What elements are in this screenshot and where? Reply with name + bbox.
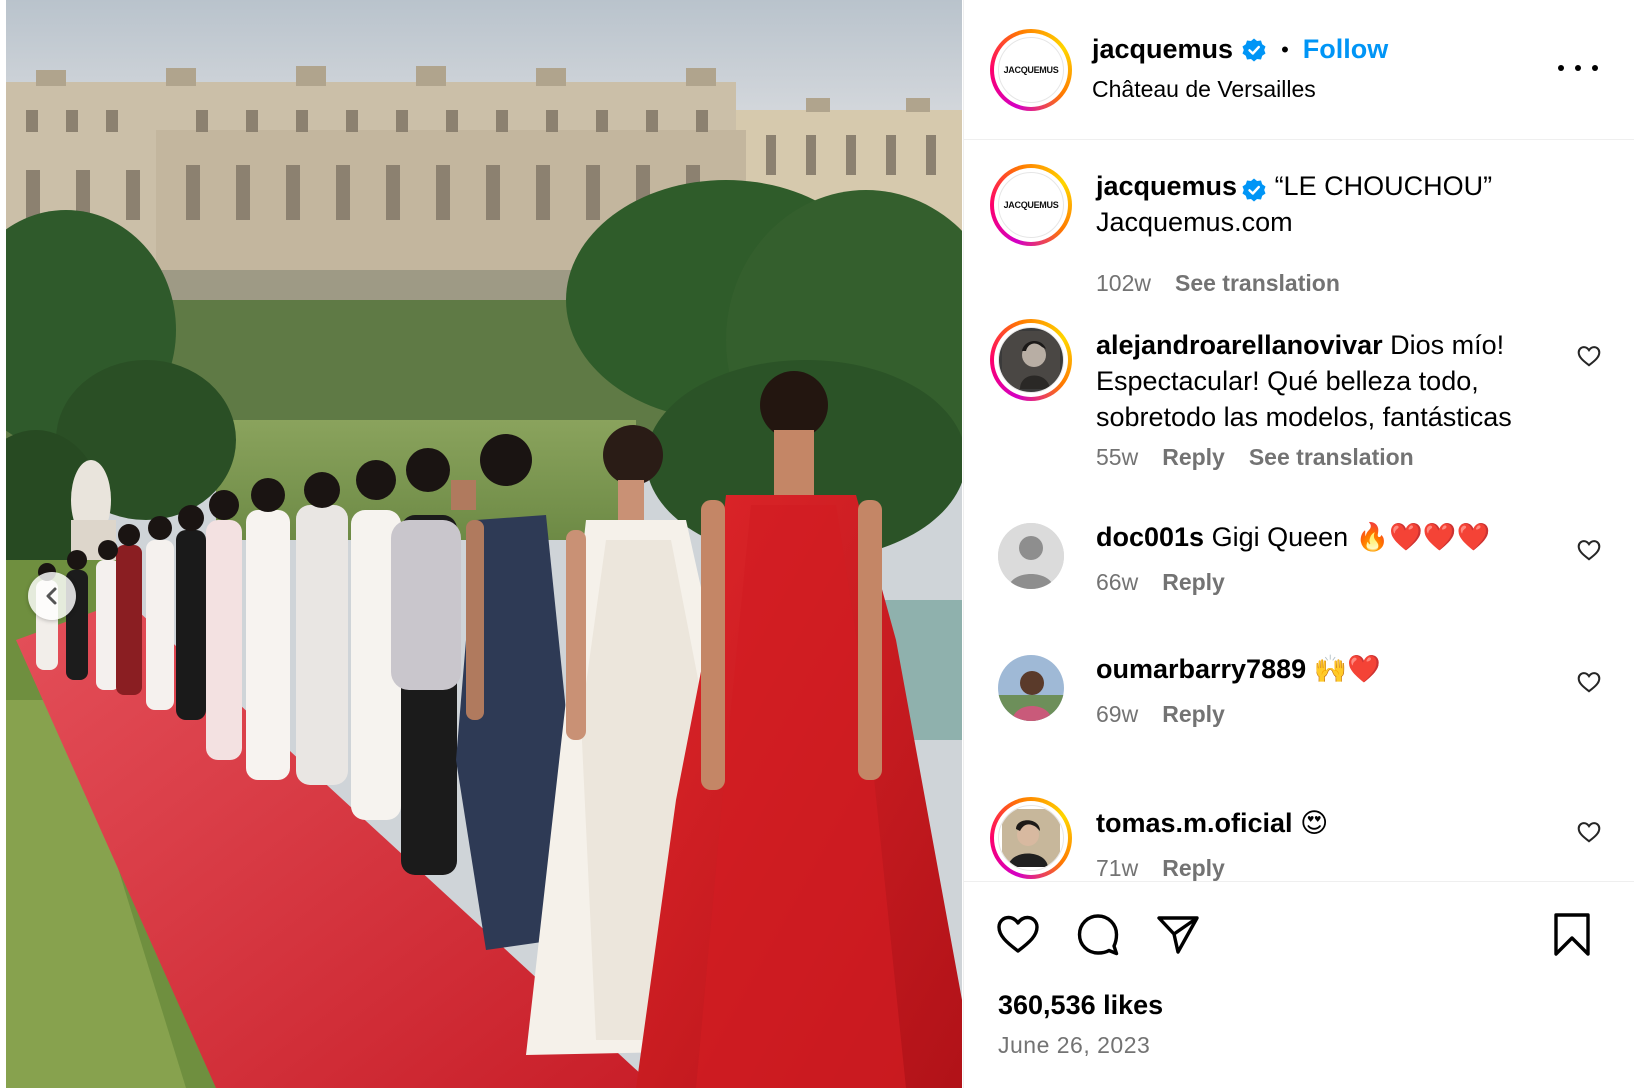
comment-meta: 71w Reply [1096,855,1225,881]
comment-text: oumarbarry7889 🙌❤️ [1096,651,1566,687]
comment-username[interactable]: doc001s [1096,522,1204,552]
post-side-panel: JACQUEMUS jacquemus • Follow Château de … [963,0,1634,1088]
post-header: JACQUEMUS jacquemus • Follow Château de … [964,0,1634,140]
portrait-photo [1002,809,1060,867]
heart-icon[interactable] [994,910,1042,958]
comment-body: 😍 [1292,808,1329,838]
reply-button[interactable]: Reply [1162,701,1225,728]
comment-age[interactable]: 55w [1096,444,1138,471]
default-avatar[interactable] [998,523,1064,589]
previous-photo-button[interactable] [28,572,76,620]
likes-count[interactable]: 360,536 likes [998,990,1163,1021]
reply-button[interactable]: Reply [1162,569,1225,596]
comment-text: alejandroarellanovivar Dios mío! Especta… [1096,327,1566,435]
portrait-photo [998,655,1064,721]
like-comment-heart-icon[interactable] [1576,343,1602,369]
caption-link[interactable]: Jacquemus.com [1096,207,1293,237]
caption-text: jacquemus “LE CHOUCHOU” Jacquemus.com [1096,168,1566,240]
caption-see-translation[interactable]: See translation [1175,270,1340,297]
post-photo[interactable] [6,0,962,1088]
verified-badge-icon [1237,176,1267,202]
commenter-avatar[interactable] [990,319,1072,401]
comment-age[interactable]: 69w [1096,701,1138,728]
verified-badge-icon [1241,37,1267,63]
see-translation-button[interactable]: See translation [1249,444,1414,471]
comment-icon[interactable] [1074,910,1122,958]
like-comment-heart-icon[interactable] [1576,669,1602,695]
caption-avatar-logo-text: JACQUEMUS [1003,200,1059,210]
comments-list[interactable]: JACQUEMUS jacquemus “LE CHOUCHOU” Jacque… [964,141,1634,881]
reply-button[interactable]: Reply [1162,855,1225,881]
like-comment-heart-icon[interactable] [1576,819,1602,845]
comment-meta: 69w Reply [1096,701,1225,728]
header-user-row: jacquemus • Follow [1092,34,1388,65]
comment-meta: 55w Reply See translation [1096,444,1414,471]
bookmark-icon[interactable] [1548,910,1596,958]
portrait-photo [1002,331,1060,389]
share-icon[interactable] [1154,910,1202,958]
comment-text: doc001s Gigi Queen 🔥❤️❤️❤️ [1096,519,1566,555]
post-date[interactable]: June 26, 2023 [998,1032,1150,1059]
author-avatar[interactable]: JACQUEMUS [990,29,1072,111]
comment-username[interactable]: tomas.m.oficial [1096,808,1293,838]
reply-button[interactable]: Reply [1162,444,1225,471]
comment-meta: 66w Reply [1096,569,1225,596]
comment-age[interactable]: 66w [1096,569,1138,596]
post-location[interactable]: Château de Versailles [1092,76,1316,103]
default-user-icon [998,523,1064,589]
comment-username[interactable]: oumarbarry7889 [1096,654,1306,684]
comment-body: Gigi Queen 🔥❤️❤️❤️ [1204,522,1491,552]
follow-button[interactable]: Follow [1303,34,1388,65]
comment-body: 🙌❤️ [1306,654,1381,684]
comment-text: tomas.m.oficial 😍 [1096,805,1566,841]
avatar-logo-text: JACQUEMUS [1003,65,1059,75]
runway-photo [6,0,962,1088]
comment-username[interactable]: alejandroarellanovivar [1096,330,1383,360]
like-comment-heart-icon[interactable] [1576,537,1602,563]
author-username[interactable]: jacquemus [1092,34,1233,65]
more-options-icon[interactable] [1558,56,1598,80]
separator-dot: • [1281,36,1289,62]
commenter-avatar[interactable] [990,797,1072,879]
post-actions: 360,536 likes June 26, 2023 [964,881,1634,1088]
comment-age[interactable]: 71w [1096,855,1138,881]
caption-meta: 102w See translation [1096,270,1340,297]
caption-username[interactable]: jacquemus [1096,171,1237,201]
previous-chevron-icon [46,587,57,605]
commenter-avatar[interactable] [998,655,1064,721]
caption-title: “LE CHOUCHOU” [1267,171,1493,201]
caption-age[interactable]: 102w [1096,270,1151,297]
caption-avatar[interactable]: JACQUEMUS [990,164,1072,246]
